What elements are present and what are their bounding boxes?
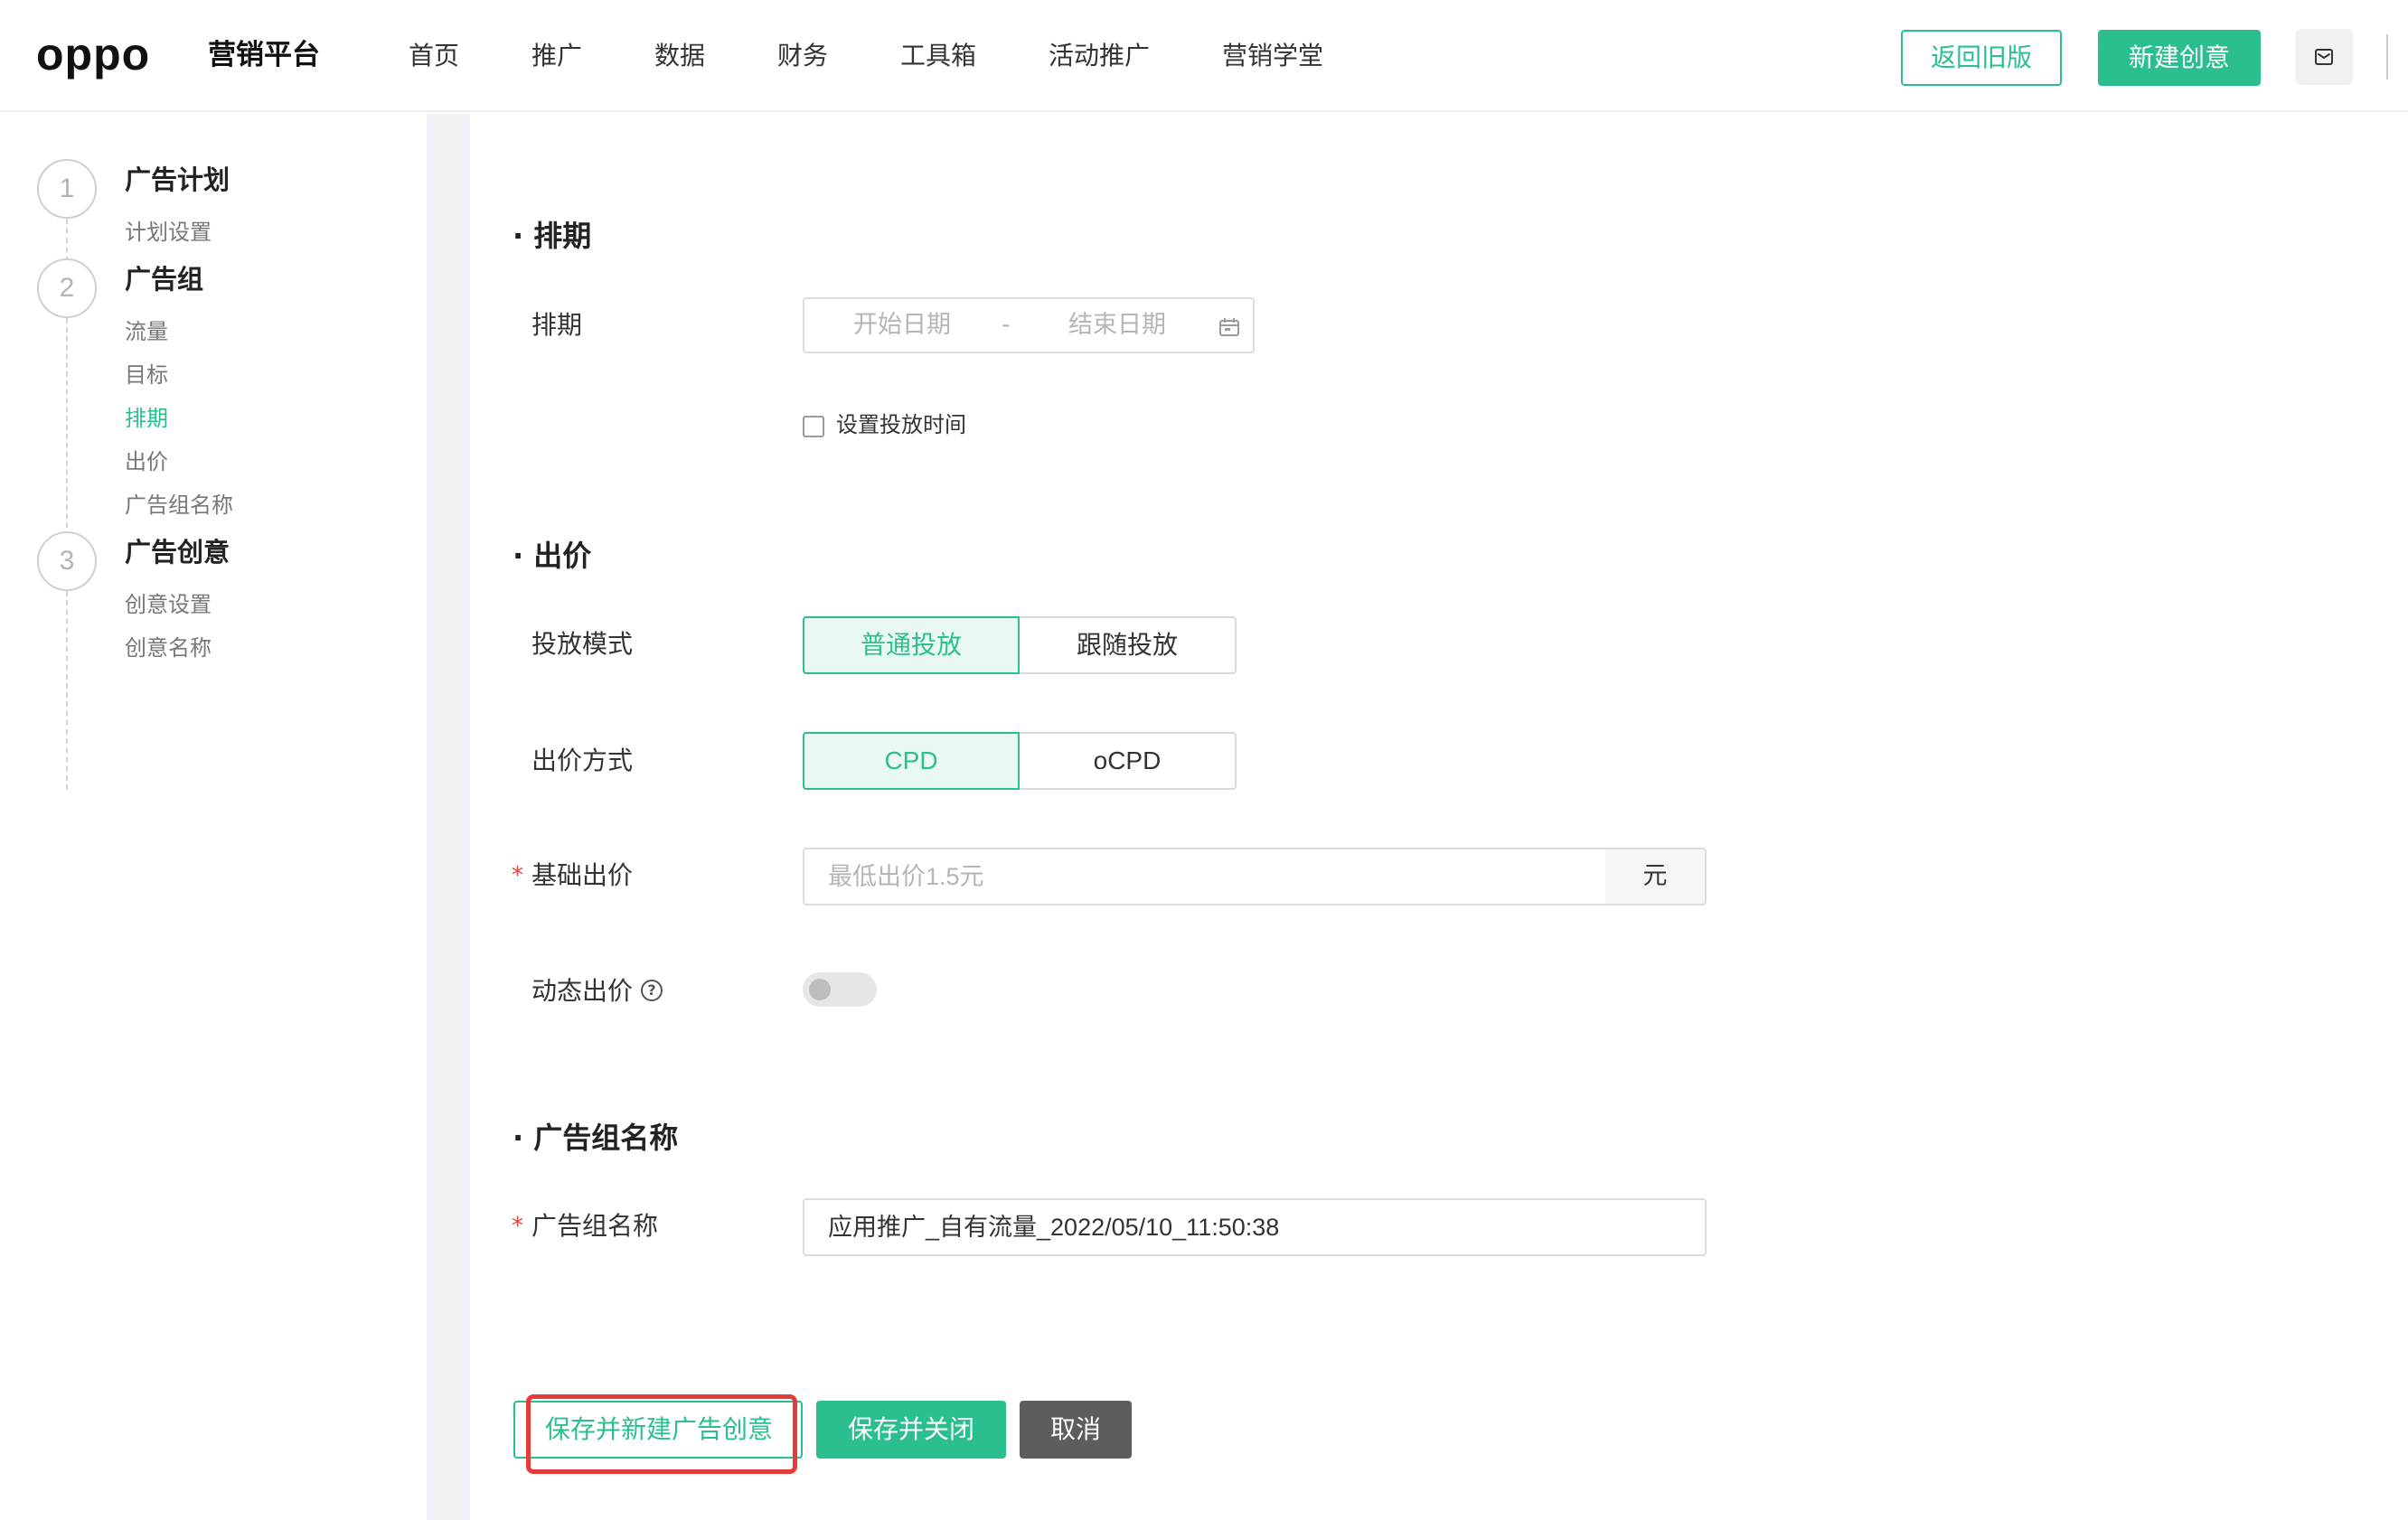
- nav-toolbox[interactable]: 工具箱: [900, 36, 976, 76]
- sidebar-item-plan-settings[interactable]: 计划设置: [125, 216, 212, 249]
- header-divider: [2386, 34, 2388, 80]
- sidebar-item-schedule[interactable]: 排期: [125, 402, 168, 435]
- step-title-ad-group[interactable]: 广告组: [125, 260, 203, 298]
- method-cpd-option[interactable]: CPD: [803, 732, 1020, 790]
- base-bid-input[interactable]: 最低出价1.5元: [803, 848, 1607, 905]
- step-connector: [66, 318, 68, 537]
- group-name-section-title: · 广告组名称: [513, 1121, 679, 1155]
- step-number-3: 3: [37, 531, 97, 591]
- nav-data[interactable]: 数据: [654, 36, 705, 76]
- nav-marketing-academy[interactable]: 营销学堂: [1222, 36, 1323, 76]
- bid-section-title: · 出价: [513, 539, 592, 573]
- step-connector: [66, 219, 68, 262]
- schedule-field-label: 排期: [531, 310, 583, 340]
- set-delivery-time-label[interactable]: 设置投放时间: [836, 408, 966, 441]
- message-button[interactable]: [2295, 29, 2353, 85]
- sidebar-gutter: [427, 114, 470, 1520]
- sidebar-item-traffic[interactable]: 流量: [125, 315, 168, 348]
- base-bid-unit: 元: [1605, 848, 1707, 905]
- group-name-input[interactable]: 应用推广_自有流量_2022/05/10_11:50:38: [803, 1198, 1707, 1256]
- sidebar-item-group-name[interactable]: 广告组名称: [125, 489, 233, 521]
- step-connector: [66, 591, 68, 790]
- platform-name: 营销平台: [208, 39, 320, 71]
- mail-icon: [2315, 49, 2333, 65]
- step-title-ad-plan[interactable]: 广告计划: [125, 161, 230, 199]
- dynamic-bid-toggle[interactable]: [803, 972, 877, 1007]
- step-title-ad-creative[interactable]: 广告创意: [125, 533, 230, 571]
- step-number-1: 1: [37, 159, 97, 219]
- method-ocpd-option[interactable]: oCPD: [1018, 732, 1237, 790]
- mode-normal-option[interactable]: 普通投放: [803, 616, 1020, 674]
- required-asterisk: *: [512, 862, 523, 889]
- nav-promotion[interactable]: 推广: [531, 36, 582, 76]
- save-and-new-creative-button[interactable]: 保存并新建广告创意: [513, 1401, 803, 1459]
- delivery-mode-label: 投放模式: [531, 629, 634, 659]
- mode-follow-option[interactable]: 跟随投放: [1018, 616, 1237, 674]
- date-separator: -: [1002, 311, 1011, 339]
- required-asterisk: *: [512, 1213, 523, 1240]
- sidebar-item-target[interactable]: 目标: [125, 359, 168, 391]
- step-number-2: 2: [37, 258, 97, 318]
- top-navigation-bar: oppo 营销平台 首页 推广 数据 财务 工具箱 活动推广 营销学堂 返回旧版…: [0, 0, 2408, 112]
- sidebar-item-bid[interactable]: 出价: [125, 446, 168, 478]
- end-date-placeholder[interactable]: 结束日期: [1068, 308, 1166, 342]
- nav-home[interactable]: 首页: [409, 36, 459, 76]
- nav-finance[interactable]: 财务: [777, 36, 828, 76]
- base-bid-label: 基础出价: [531, 860, 634, 890]
- dynamic-bid-label: 动态出价: [531, 976, 634, 1006]
- cancel-button[interactable]: 取消: [1020, 1401, 1132, 1459]
- question-circle-icon[interactable]: ?: [641, 980, 663, 1001]
- nav-activity-promotion[interactable]: 活动推广: [1049, 36, 1150, 76]
- start-date-placeholder[interactable]: 开始日期: [853, 308, 951, 342]
- oppo-logo[interactable]: oppo: [36, 27, 150, 81]
- save-and-close-button[interactable]: 保存并关闭: [816, 1401, 1006, 1459]
- schedule-section-title: · 排期: [513, 219, 592, 253]
- bid-method-label: 出价方式: [531, 746, 634, 775]
- calendar-icon[interactable]: [1218, 317, 1240, 337]
- schedule-date-range-picker[interactable]: 开始日期 - 结束日期: [803, 297, 1255, 353]
- toggle-knob: [809, 979, 831, 1000]
- step-sidebar: 1 广告计划 计划设置 2 广告组 流量 目标 排期 出价 广告组名称 3 广告…: [0, 114, 427, 1520]
- sidebar-item-creative-name[interactable]: 创意名称: [125, 632, 212, 664]
- set-delivery-time-checkbox[interactable]: [803, 416, 824, 437]
- new-creative-button[interactable]: 新建创意: [2098, 30, 2261, 86]
- group-name-field-label: 广告组名称: [531, 1211, 659, 1241]
- back-to-old-version-button[interactable]: 返回旧版: [1901, 30, 2062, 86]
- sidebar-item-creative-settings[interactable]: 创意设置: [125, 588, 212, 621]
